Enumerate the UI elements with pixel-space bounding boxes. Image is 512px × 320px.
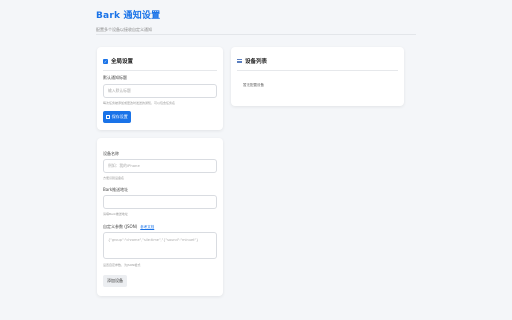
global-settings-card: ✓ 全局设置 默认通知标题 输入默认标题 每次任务被添加或更改时发送的通知，可以…	[97, 47, 223, 130]
save-settings-label: 保存设置	[111, 114, 128, 119]
params-docs-link[interactable]: 参考文档	[140, 225, 154, 229]
device-list-title: 设备列表	[245, 59, 268, 65]
global-settings-title: 全局设置	[111, 59, 134, 65]
custom-params-label: 自定义参数 (JSON) 参考文档	[103, 224, 154, 230]
add-device-button[interactable]: 添加设备	[103, 275, 127, 287]
device-list-card: 设备列表 暂无配置设备	[231, 47, 404, 106]
device-list-heading: 设备列表	[231, 47, 404, 65]
device-name-label: 设备名称	[103, 151, 119, 156]
page-subtitle: 配置多个设备以接收自定义通知	[96, 27, 152, 32]
default-title-label: 默认通知标题	[103, 75, 127, 80]
header-divider	[96, 34, 416, 35]
device-name-input[interactable]: 例如：我的iPhone	[103, 159, 217, 173]
page-header: Bark 通知设置 配置多个设备以接收自定义通知	[96, 8, 416, 33]
page-title: Bark 通知设置	[96, 11, 161, 21]
checkbox-icon: ✓	[103, 58, 108, 64]
global-settings-rule	[103, 70, 217, 71]
bark-url-hint: 请填Bark推送地址	[103, 212, 128, 216]
device-list-rule	[237, 70, 398, 71]
custom-params-hint: 设置自定参数，为JSON格式	[103, 263, 141, 267]
save-settings-button[interactable]: 保存设置	[103, 111, 131, 123]
add-device-card: 设备名称 例如：我的iPhone 方便识别设备名 Bark推送地址 请填Bark…	[97, 138, 223, 296]
device-name-hint: 方便识别设备名	[103, 176, 125, 180]
list-icon	[237, 59, 242, 64]
save-icon	[106, 115, 110, 119]
bark-url-label: Bark推送地址	[103, 187, 129, 192]
custom-params-label-text: 自定义参数 (JSON)	[103, 224, 138, 229]
default-title-hint: 每次任务被添加或更改时发送的通知，可以包含任务名	[103, 101, 176, 105]
global-settings-heading: ✓ 全局设置	[97, 47, 223, 65]
device-list-empty: 暂无配置设备	[243, 83, 264, 87]
custom-params-textarea[interactable]: {"group":"chrome","sile:time","{"sound":…	[103, 232, 217, 259]
default-title-input[interactable]: 输入默认标题	[103, 84, 217, 98]
bark-url-input[interactable]	[103, 195, 217, 209]
